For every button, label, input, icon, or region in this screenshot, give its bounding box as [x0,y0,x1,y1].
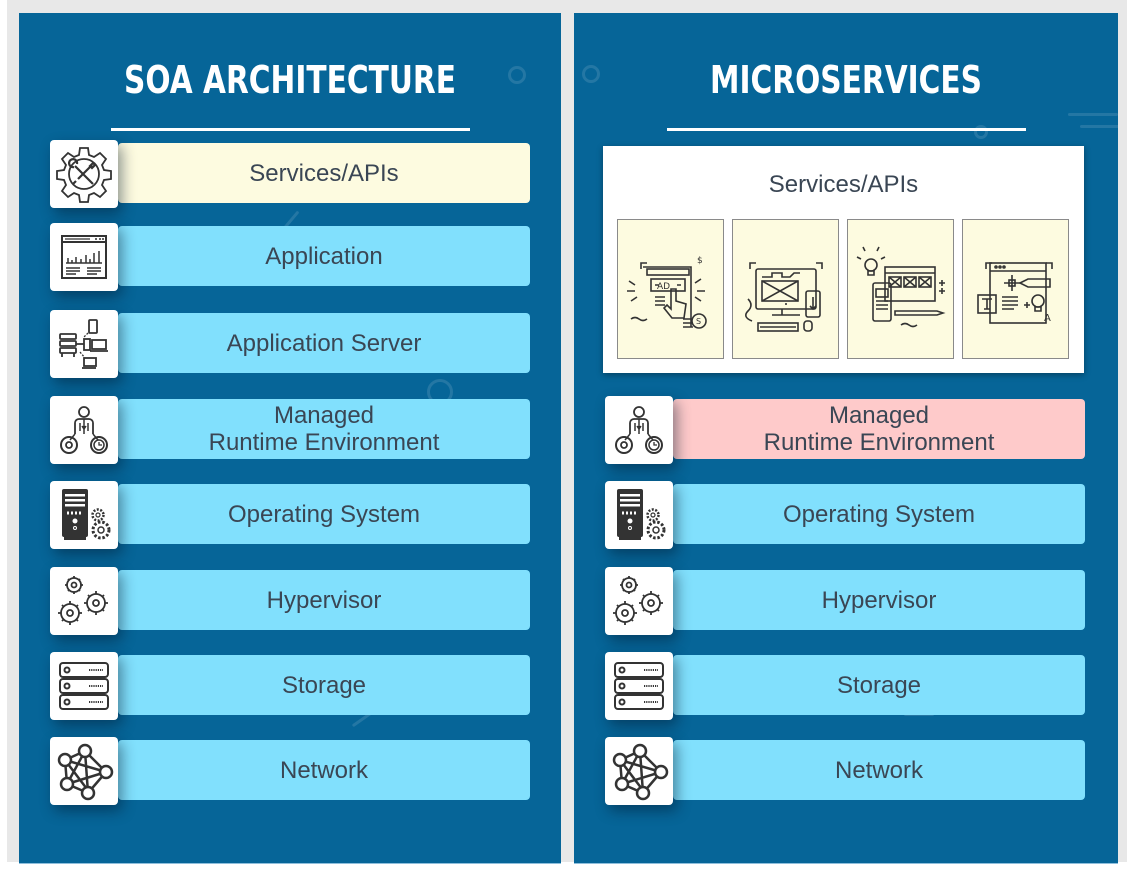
layer-label-line2: Runtime Environment [208,429,440,456]
decor-line [1068,113,1118,116]
micro-layer-storage: Storage [605,652,1085,720]
computer-tower-gears-icon [605,481,673,549]
micro-layer-hypervisor: Hypervisor [605,567,1085,635]
decor-line [1080,125,1118,128]
layer-label: Storage [118,655,530,715]
network-nodes-icon [50,737,118,805]
layer-label-line1: Managed [273,402,375,429]
dashboard-window-icon [50,223,118,291]
soa-layer-runtime: Managed Runtime Environment [50,396,530,464]
layer-label: Network [118,740,530,800]
cogs-icon [605,567,673,635]
micro-layer-os: Operating System [605,481,1085,549]
microservices-panel: MICROSERVICES Services/APIs Managed Runt… [574,13,1118,864]
gear-tools-icon [50,140,118,208]
services-apis-label: Services/APIs [768,171,919,198]
microservices-title-underline [667,128,1026,131]
layer-label: Operating System [118,484,530,544]
services-apis-box: Services/APIs [603,146,1084,373]
decor-circle [508,66,526,84]
storage-rack-icon [605,652,673,720]
soa-layer-services: Services/APIs [50,140,530,208]
layer-label: Managed Runtime Environment [118,399,530,459]
network-nodes-icon [605,737,673,805]
soa-title: SOA ARCHITECTURE [124,58,456,102]
cogs-icon [50,567,118,635]
layer-label-line2: Runtime Environment [763,429,995,456]
layer-label: Managed Runtime Environment [673,399,1085,459]
soa-layer-hypervisor: Hypervisor [50,567,530,635]
layer-label-line1: Managed [828,402,930,429]
soa-layer-os: Operating System [50,481,530,549]
server-devices-icon [50,310,118,378]
storage-rack-icon [50,652,118,720]
layer-label: Application Server [118,313,530,373]
layer-label: Hypervisor [673,570,1085,630]
web-design-idea-icon [847,219,954,359]
layer-label: Network [673,740,1085,800]
micro-layer-runtime: Managed Runtime Environment [605,396,1085,464]
decor-circle [582,65,600,83]
soa-layer-storage: Storage [50,652,530,720]
advertising-click-icon [617,219,724,359]
runtime-person-gears-icon [605,396,673,464]
typography-pen-tool-icon [962,219,1069,359]
runtime-person-gears-icon [50,396,118,464]
soa-title-underline [111,128,470,131]
layer-label: Application [118,226,530,286]
soa-layer-application: Application [50,223,530,291]
layer-label: Operating System [673,484,1085,544]
microservices-title: MICROSERVICES [709,58,983,102]
layer-label: Services/APIs [118,143,530,203]
micro-layer-network: Network [605,737,1085,805]
layer-label: Hypervisor [118,570,530,630]
desktop-mobile-download-icon [732,219,839,359]
computer-tower-gears-icon [50,481,118,549]
soa-layer-network: Network [50,737,530,805]
soa-panel: SOA ARCHITECTURE Services/APIs Applicati… [19,13,561,864]
soa-layer-application-server: Application Server [50,310,530,378]
layer-label: Storage [673,655,1085,715]
